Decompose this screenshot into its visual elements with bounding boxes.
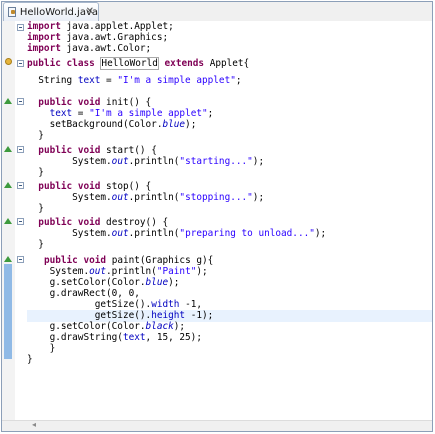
warning-icon[interactable] <box>5 58 12 65</box>
scroll-left-icon[interactable]: ◂ <box>32 420 36 429</box>
override-indicator-icon[interactable] <box>4 146 12 152</box>
code-line: } <box>27 130 44 141</box>
fold-collapse-icon[interactable] <box>17 146 24 153</box>
close-tab-button[interactable]: ✕ <box>86 6 94 17</box>
tab-helloworld-java[interactable]: HelloWorld.java ✕ <box>3 2 99 21</box>
override-indicator-icon[interactable] <box>4 182 12 188</box>
code-editor[interactable]: import java.applet.Applet; import java.a… <box>2 21 432 421</box>
horizontal-scrollbar[interactable]: ◂ <box>2 420 432 431</box>
override-indicator-icon[interactable] <box>4 98 12 104</box>
code-line: import java.awt.Color; <box>27 43 152 54</box>
editor-window: HelloWorld.java ✕ import java.applet.App… <box>1 1 433 432</box>
folding-ruler <box>15 21 27 421</box>
code-line: String text = "I'm a simple applet"; <box>27 75 242 86</box>
code-line: } <box>27 239 44 250</box>
java-file-icon <box>8 7 16 17</box>
override-indicator-icon[interactable] <box>4 218 12 224</box>
editor-tab-bar: HelloWorld.java ✕ <box>2 2 432 22</box>
quick-diff-bar <box>4 264 12 359</box>
code-line: } <box>27 167 44 178</box>
fold-collapse-icon[interactable] <box>17 256 24 263</box>
fold-collapse-icon[interactable] <box>17 98 24 105</box>
code-area[interactable]: import java.applet.Applet; import java.a… <box>27 21 432 421</box>
fold-collapse-icon[interactable] <box>17 60 24 67</box>
fold-collapse-icon[interactable] <box>17 24 24 31</box>
fold-collapse-icon[interactable] <box>17 182 24 189</box>
annotation-ruler <box>2 21 16 421</box>
code-line: } <box>27 203 44 214</box>
code-line: } <box>27 354 33 365</box>
code-line: public class HelloWorld extends Applet{ <box>27 57 250 70</box>
fold-collapse-icon[interactable] <box>17 218 24 225</box>
override-indicator-icon[interactable] <box>4 256 12 262</box>
